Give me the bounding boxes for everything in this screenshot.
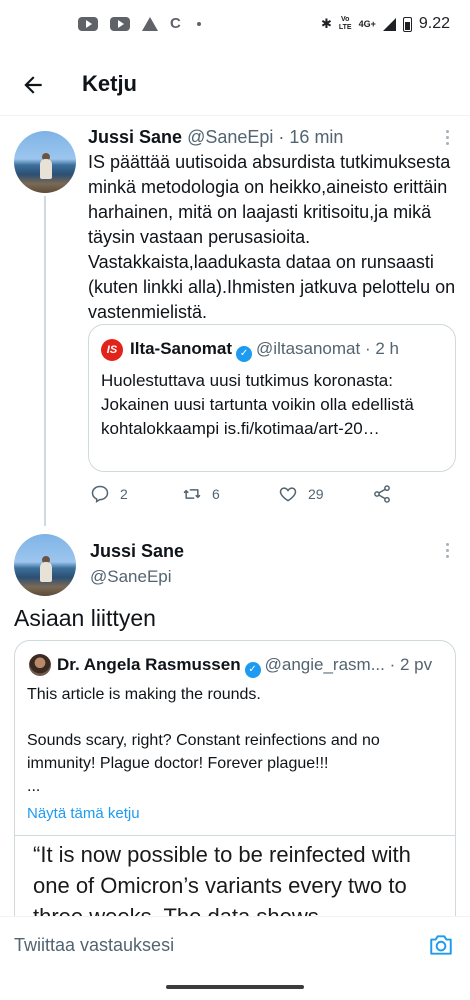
back-arrow-icon[interactable] — [20, 72, 46, 98]
quoted-author-name: Dr. Angela Rasmussen — [57, 655, 241, 674]
c-app-icon: C — [170, 15, 181, 32]
quoted-tweet-text: Huolestuttava uusi tutkimus koronasta: J… — [101, 371, 414, 438]
quoted-tweet-text: This article is making the rounds. Sound… — [27, 686, 380, 795]
page-title: Ketju — [82, 71, 137, 96]
warning-icon — [142, 17, 158, 31]
clock: 9.22 — [418, 15, 450, 32]
camera-icon[interactable] — [428, 933, 454, 957]
share-icon — [374, 485, 390, 503]
youtube-icon — [110, 17, 130, 31]
system-indicators: ✱ Vo LTE 4G+ 9.22 — [321, 15, 450, 33]
quoted-author-handle: @iltasanomat — [256, 339, 361, 358]
quoted-author-handle: @angie_rasm... — [264, 655, 385, 674]
avatar[interactable] — [14, 131, 76, 193]
app-header: Ketju — [0, 56, 470, 116]
youtube-icon — [78, 17, 98, 31]
battery-icon — [402, 16, 412, 32]
retweet-count: 6 — [212, 486, 220, 502]
tweet-time: · 16 min — [278, 127, 344, 147]
retweet-button[interactable]: 6 — [182, 484, 220, 504]
quoted-tweet[interactable]: IS Ilta-Sanomat ✓ @iltasanomat · 2 h Huole… — [88, 324, 456, 472]
home-gesture-bar[interactable] — [166, 985, 304, 989]
tweet-text: Asiaan liittyen — [14, 605, 156, 631]
more-options-icon[interactable] — [445, 543, 449, 561]
reply-button[interactable]: 2 — [90, 484, 128, 504]
system-nav-bar — [0, 972, 470, 1000]
signal-icon — [382, 17, 396, 31]
tweet-author[interactable]: Jussi Sane @SaneEpi · 16 min — [88, 127, 343, 148]
quoted-tweet-time: · 2 h — [364, 339, 399, 358]
author-handle[interactable]: @SaneEpi — [187, 127, 273, 147]
reply-count: 2 — [120, 486, 128, 502]
reply-input[interactable]: Twiittaa vastauksesi — [14, 935, 174, 956]
tweet-text: IS päättää uutisoida absurdista tutkimuk… — [88, 152, 456, 322]
share-button[interactable] — [372, 484, 392, 504]
quoted-author-name: Ilta-Sanomat — [130, 339, 233, 358]
verified-badge-icon: ✓ — [236, 346, 253, 362]
ilta-sanomat-logo-icon: IS — [101, 339, 123, 361]
quoted-tweet-author: Ilta-Sanomat ✓ @iltasanomat · 2 h — [130, 339, 399, 362]
heart-icon — [279, 487, 297, 502]
show-thread-link[interactable]: Näytä tämä ketju — [27, 805, 140, 822]
notification-icons: C — [78, 15, 201, 32]
more-notifications-dot — [196, 22, 201, 26]
like-count: 29 — [308, 486, 324, 502]
reply-bar: Twiittaa vastauksesi — [0, 916, 470, 972]
quoted-tweet-time: · 2 pv — [389, 655, 433, 674]
thread-line — [44, 196, 46, 526]
author-name[interactable]: Jussi Sane — [90, 541, 184, 562]
tweet-actions: 2 6 29 — [90, 484, 410, 508]
author-handle[interactable]: @SaneEpi — [90, 567, 172, 587]
retweet-icon — [183, 489, 201, 499]
more-options-icon[interactable] — [445, 130, 449, 148]
author-name[interactable]: Jussi Sane — [88, 127, 182, 147]
quoted-avatar — [29, 654, 51, 676]
like-button[interactable]: 29 — [278, 484, 324, 504]
avatar[interactable] — [14, 534, 76, 596]
reply-icon — [91, 485, 109, 503]
quoted-tweet[interactable]: Dr. Angela Rasmussen ✓ @angie_rasm... · 2 … — [14, 640, 456, 940]
volte-indicator: Vo LTE — [338, 16, 352, 31]
bluetooth-icon: ✱ — [320, 16, 332, 31]
quoted-tweet-author: Dr. Angela Rasmussen ✓ @angie_rasm... · 2 … — [57, 655, 449, 678]
verified-badge-icon: ✓ — [244, 662, 261, 678]
network-type: 4G+ — [358, 19, 376, 29]
status-bar: C ✱ Vo LTE 4G+ 9.22 — [0, 0, 470, 52]
